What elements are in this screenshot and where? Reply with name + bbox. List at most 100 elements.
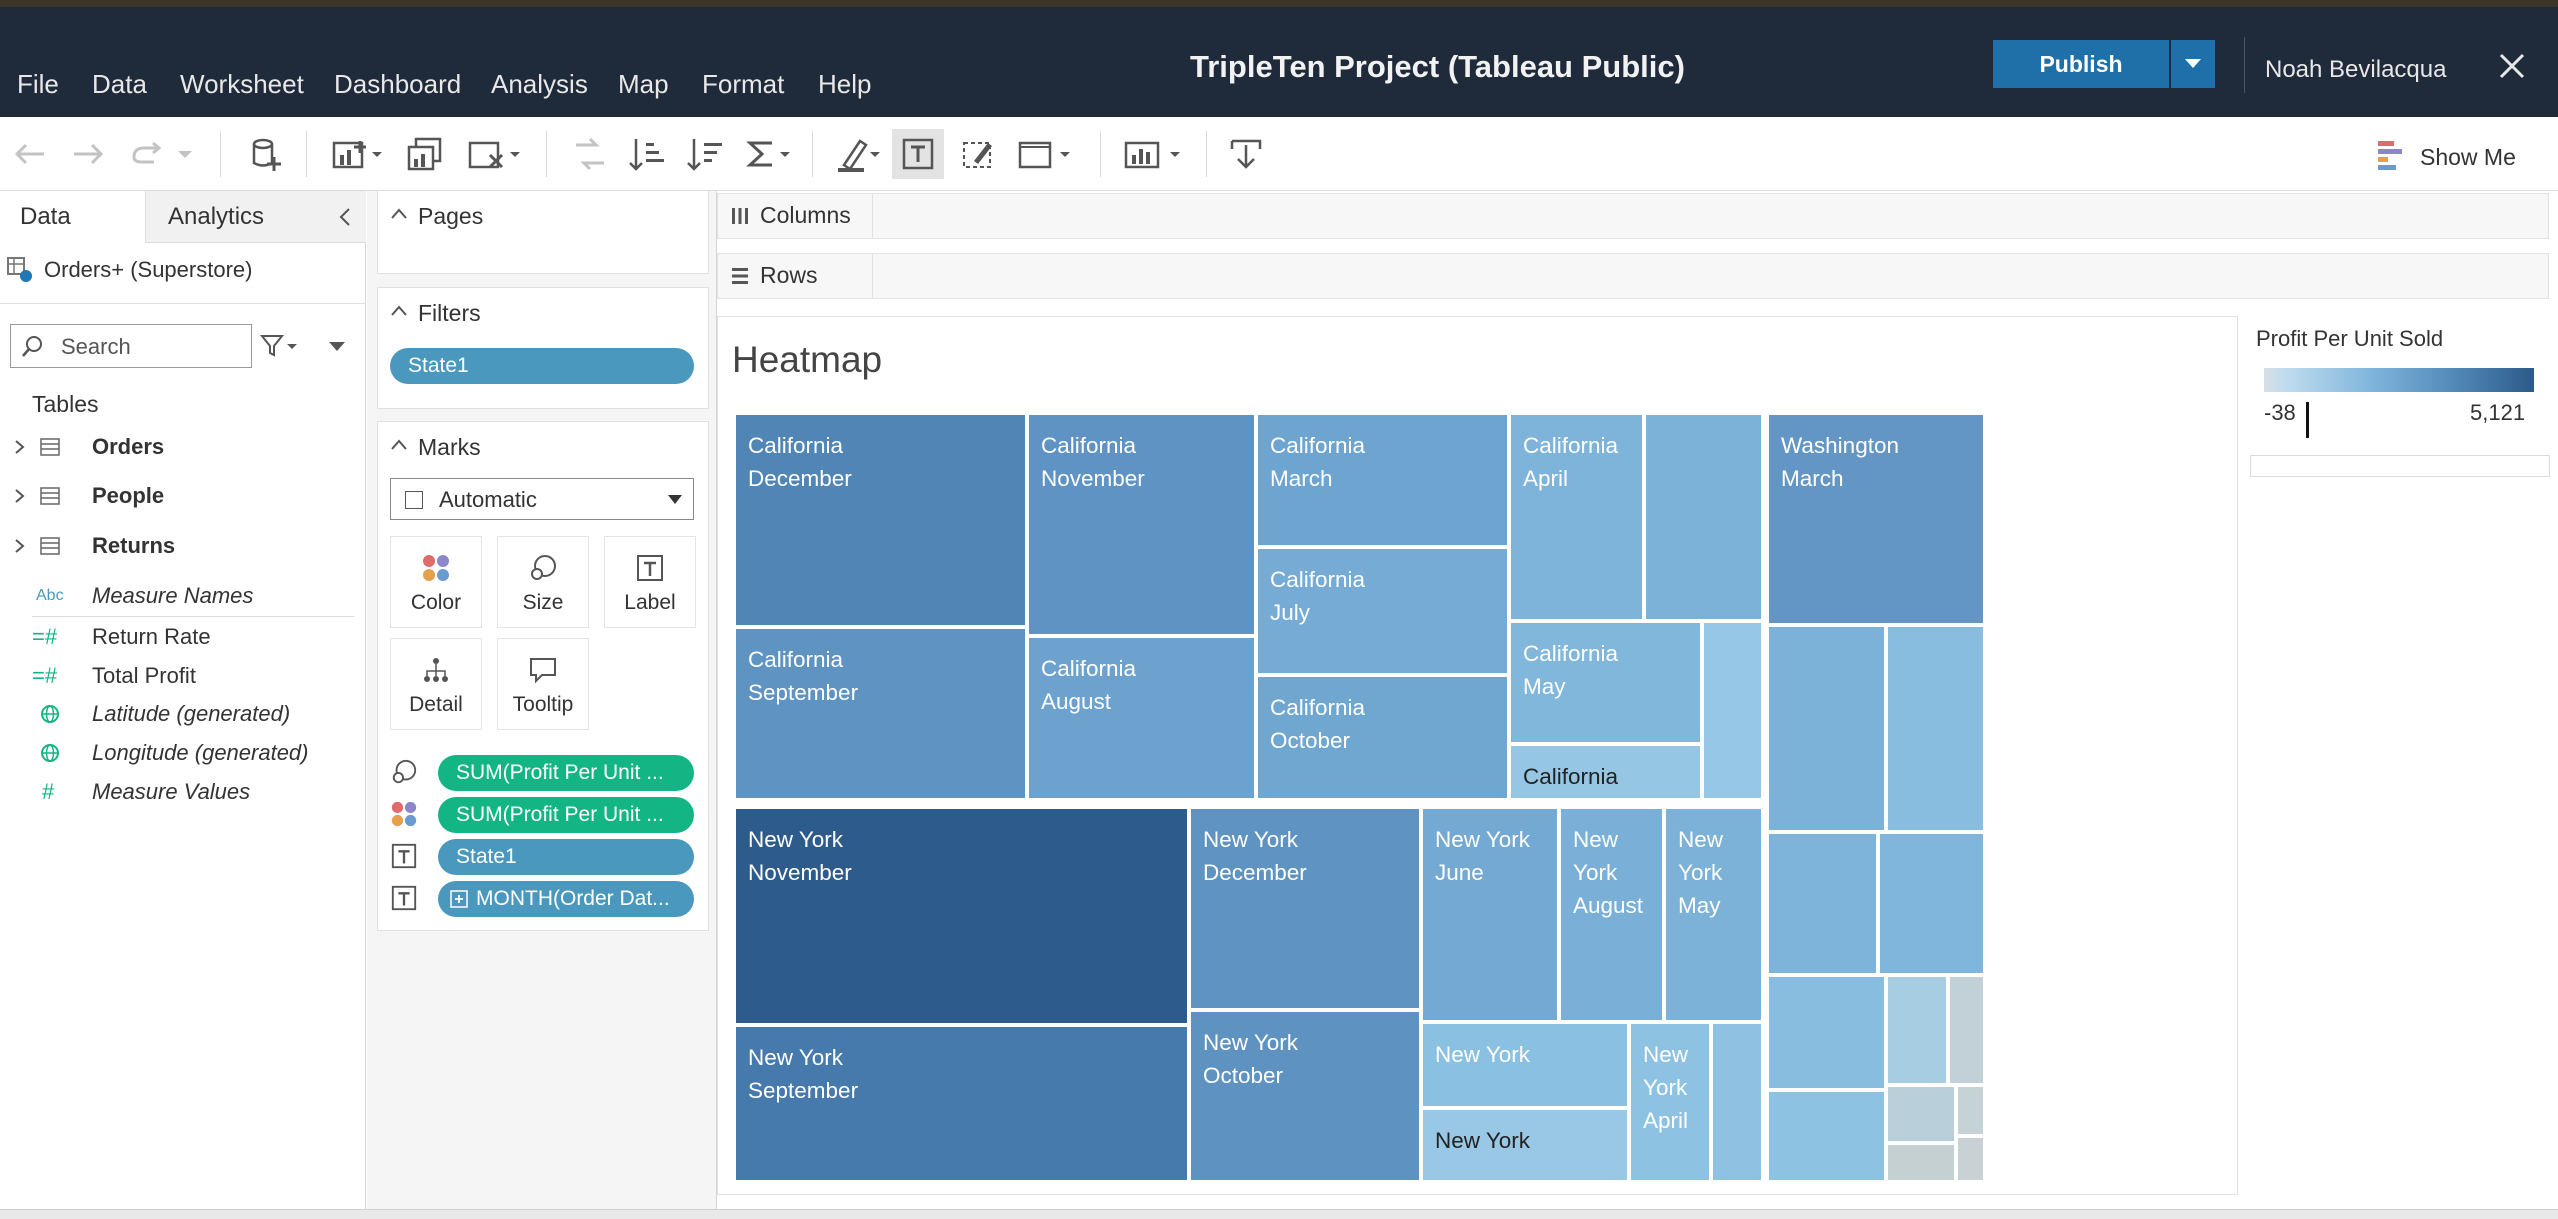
chevron-down-icon[interactable] [172, 135, 198, 173]
heatmap-cell[interactable]: New York May [1664, 807, 1763, 1022]
heatmap-treemap[interactable]: California December California September C… [734, 413, 1985, 1182]
heatmap-cell[interactable] [1644, 413, 1763, 621]
totals-sigma-icon[interactable] [744, 135, 794, 173]
rows-shelf[interactable]: Rows [717, 253, 2549, 299]
menu-data[interactable]: Data [92, 69, 147, 100]
menu-help[interactable]: Help [818, 69, 871, 100]
marks-pill-month-label[interactable]: MONTH(Order Dat... [438, 881, 694, 917]
heatmap-cell[interactable]: New York [1421, 1108, 1629, 1182]
chevron-right-icon[interactable] [14, 488, 26, 504]
tab-analytics[interactable]: Analytics [145, 191, 366, 243]
data-source-name[interactable]: Orders+ (Superstore) [44, 257, 252, 283]
size-button[interactable]: Size [497, 536, 589, 628]
fit-view-icon[interactable] [1016, 135, 1072, 173]
heatmap-cell[interactable]: New York November [734, 807, 1189, 1025]
heatmap-cell[interactable]: California July [1256, 547, 1509, 675]
chevron-right-icon[interactable] [14, 439, 26, 455]
menu-file[interactable]: File [17, 69, 59, 100]
heatmap-cell[interactable]: California May [1509, 621, 1702, 744]
clear-sheet-icon[interactable] [466, 135, 522, 173]
pane-menu-icon[interactable] [326, 336, 348, 356]
table-returns[interactable]: Returns [0, 531, 360, 561]
table-orders[interactable]: Orders [0, 432, 360, 462]
heatmap-cell[interactable] [1767, 625, 1886, 832]
field-return-rate[interactable]: =# Return Rate [0, 622, 360, 652]
marks-pill-color[interactable]: SUM(Profit Per Unit ... [438, 797, 694, 833]
show-me-label[interactable]: Show Me [2420, 144, 2516, 171]
heatmap-cell[interactable]: California December [734, 413, 1027, 627]
tooltip-button[interactable]: Tooltip [497, 638, 589, 730]
color-button[interactable]: Color [390, 536, 482, 628]
heatmap-cell[interactable] [1702, 621, 1763, 800]
field-measure-names[interactable]: Abc Measure Names [0, 581, 360, 611]
marks-pill-size[interactable]: SUM(Profit Per Unit ... [438, 755, 694, 791]
sort-descending-icon[interactable] [686, 135, 726, 173]
heatmap-cell[interactable] [1767, 832, 1878, 975]
heatmap-cell[interactable] [1878, 832, 1985, 975]
menu-analysis[interactable]: Analysis [491, 69, 588, 100]
download-icon[interactable] [1226, 135, 1266, 173]
marks-pill-state-label[interactable]: State1 [438, 839, 694, 875]
heatmap-cell[interactable]: New York August [1559, 807, 1664, 1022]
heatmap-cell[interactable]: California November [1027, 413, 1256, 636]
heatmap-cell[interactable] [1886, 1085, 1956, 1143]
publish-dropdown-button[interactable] [2171, 40, 2215, 88]
heatmap-cell[interactable] [1886, 975, 1948, 1085]
collapse-pane-icon[interactable] [338, 207, 352, 227]
label-button[interactable]: Label [604, 536, 696, 628]
columns-shelf[interactable]: Columns [717, 193, 2549, 239]
heatmap-cell[interactable] [1767, 975, 1886, 1090]
new-data-source-icon[interactable] [246, 135, 286, 173]
show-me-icon[interactable] [2374, 135, 2410, 173]
chevron-up-icon[interactable] [390, 304, 408, 318]
expand-plus-icon[interactable] [450, 890, 468, 908]
highlight-pen-icon[interactable] [834, 135, 884, 173]
publish-button[interactable]: Publish [1993, 40, 2169, 88]
mark-type-select[interactable]: Automatic [390, 478, 694, 520]
heatmap-cell[interactable]: New York [1421, 1022, 1629, 1108]
table-people[interactable]: People [0, 481, 360, 511]
detail-button[interactable]: Detail [390, 638, 482, 730]
heatmap-cell[interactable]: California October [1256, 675, 1509, 800]
annotate-icon[interactable] [958, 135, 998, 173]
heatmap-cell[interactable]: California September [734, 627, 1027, 800]
field-total-profit[interactable]: =# Total Profit [0, 661, 360, 691]
heatmap-cell[interactable] [1767, 1090, 1886, 1182]
tab-data[interactable]: Data [0, 191, 145, 243]
filter-pill-state[interactable]: State1 [390, 348, 694, 384]
field-longitude[interactable]: Longitude (generated) [0, 738, 360, 768]
redo-icon[interactable] [68, 135, 108, 173]
heatmap-cell[interactable]: California April [1509, 413, 1644, 621]
heatmap-cell[interactable] [1711, 1022, 1763, 1182]
heatmap-cell[interactable]: New York December [1189, 807, 1421, 1010]
heatmap-cell[interactable]: Washington March [1767, 413, 1985, 625]
swap-rows-columns-icon[interactable] [570, 135, 610, 173]
heatmap-cell[interactable] [1886, 625, 1985, 832]
menu-map[interactable]: Map [618, 69, 669, 100]
duplicate-sheet-icon[interactable] [404, 135, 444, 173]
heatmap-cell[interactable]: New York June [1421, 807, 1559, 1022]
heatmap-cell[interactable]: California August [1027, 636, 1256, 800]
menu-worksheet[interactable]: Worksheet [180, 69, 304, 100]
color-legend[interactable]: Profit Per Unit Sold -38 5,121 [2250, 316, 2550, 478]
heatmap-cell[interactable]: California [1509, 744, 1702, 800]
close-icon[interactable] [2497, 51, 2527, 81]
search-input[interactable]: Search [10, 324, 252, 368]
heatmap-cell[interactable]: New York April [1629, 1022, 1711, 1182]
chevron-right-icon[interactable] [14, 538, 26, 554]
menu-format[interactable]: Format [702, 69, 784, 100]
presentation-mode-icon[interactable] [1120, 135, 1186, 173]
show-mark-labels-icon[interactable] [892, 129, 944, 179]
heatmap-cell[interactable] [1948, 975, 1985, 1085]
heatmap-cell[interactable] [1956, 1136, 1985, 1182]
chevron-up-icon[interactable] [390, 438, 408, 452]
undo-icon[interactable] [10, 135, 50, 173]
sort-ascending-icon[interactable] [628, 135, 668, 173]
heatmap-cell[interactable] [1886, 1143, 1956, 1182]
heatmap-cell[interactable] [1956, 1085, 1985, 1136]
heatmap-cell[interactable]: New York October [1189, 1010, 1421, 1182]
replay-icon[interactable] [126, 135, 166, 173]
field-measure-values[interactable]: # Measure Values [0, 777, 360, 807]
user-name[interactable]: Noah Bevilacqua [2265, 56, 2446, 84]
field-latitude[interactable]: Latitude (generated) [0, 699, 360, 729]
